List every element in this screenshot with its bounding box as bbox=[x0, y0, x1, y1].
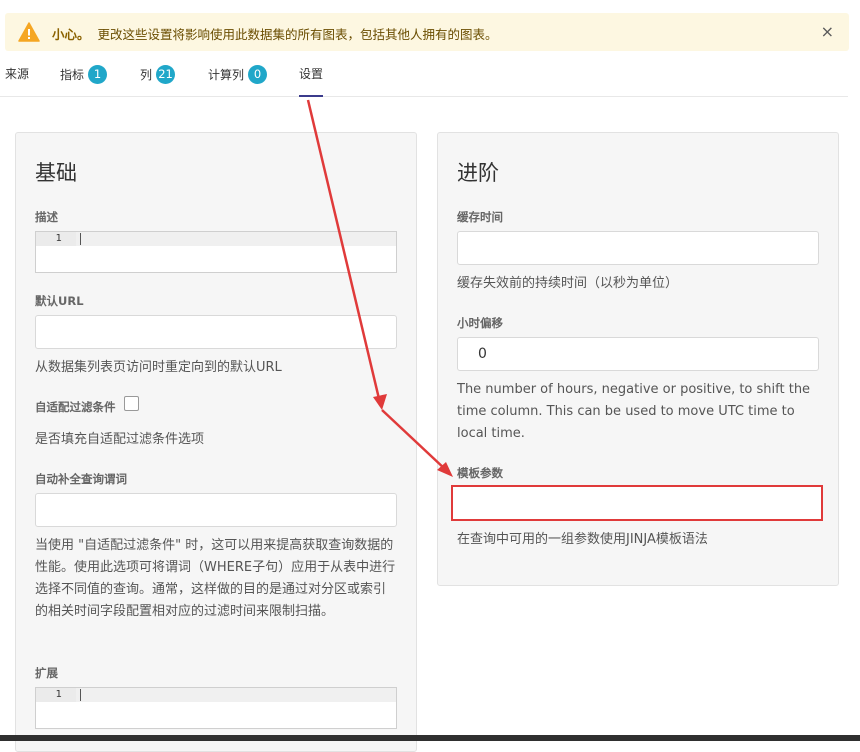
basic-title: 基础 bbox=[35, 161, 77, 185]
autocomplete-label: 自动补全查询谓词 bbox=[35, 472, 127, 486]
tab-metrics[interactable]: 指标 1 bbox=[60, 65, 108, 84]
tab-calculated-columns[interactable]: 计算列 0 bbox=[208, 65, 268, 84]
autocomplete-input[interactable] bbox=[35, 493, 397, 527]
auto-filter-help: 是否填充自适配过滤条件选项 bbox=[35, 432, 205, 447]
line-number: 1 bbox=[36, 688, 76, 702]
warning-text: 小心。 更改这些设置将影响使用此数据集的所有图表，包括其他人拥有的图表。 bbox=[52, 24, 498, 43]
tab-label: 来源 bbox=[5, 67, 30, 81]
auto-filter-checkbox[interactable] bbox=[124, 396, 139, 411]
hours-offset-help: The number of hours, negative or positiv… bbox=[457, 382, 811, 441]
autocomplete-help: 当使用 "自适配过滤条件" 时，这可以用来提高获取查询数据的性能。使用此选项可将… bbox=[35, 538, 396, 619]
tab-label: 计算列 bbox=[208, 68, 245, 82]
tab-columns[interactable]: 列 21 bbox=[140, 65, 176, 84]
line-number: 1 bbox=[36, 232, 76, 246]
default-url-label: 默认URL bbox=[35, 294, 84, 308]
columns-count-badge: 21 bbox=[156, 65, 176, 84]
cache-timeout-help: 缓存失效前的持续时间（以秒为单位） bbox=[457, 276, 679, 291]
tab-bar: 来源 指标 1 列 21 计算列 0 设置 bbox=[0, 58, 848, 97]
description-editor[interactable]: 1 bbox=[35, 231, 397, 273]
warning-icon bbox=[18, 22, 40, 42]
template-params-input[interactable] bbox=[451, 485, 823, 521]
description-label: 描述 bbox=[35, 210, 58, 224]
default-url-help: 从数据集列表页访问时重定向到的默认URL bbox=[35, 360, 282, 375]
advanced-title: 进阶 bbox=[457, 161, 499, 185]
auto-filter-label: 自适配过滤条件 bbox=[35, 400, 116, 414]
tab-source[interactable]: 来源 bbox=[5, 65, 29, 82]
cache-timeout-label: 缓存时间 bbox=[457, 210, 503, 224]
extension-editor[interactable]: 1 bbox=[35, 687, 397, 729]
extension-label: 扩展 bbox=[35, 666, 58, 680]
warning-banner: 小心。 更改这些设置将影响使用此数据集的所有图表，包括其他人拥有的图表。 × bbox=[5, 13, 849, 51]
tab-label: 设置 bbox=[299, 67, 324, 81]
metrics-count-badge: 1 bbox=[88, 65, 108, 84]
hours-offset-label: 小时偏移 bbox=[457, 316, 503, 330]
calculated-count-badge: 0 bbox=[248, 65, 268, 84]
close-icon[interactable]: × bbox=[821, 22, 834, 41]
cache-timeout-input[interactable] bbox=[457, 231, 819, 265]
template-params-label: 模板参数 bbox=[457, 466, 503, 480]
bottom-border bbox=[0, 735, 860, 741]
warning-title: 小心。 bbox=[52, 27, 90, 42]
tab-label: 列 bbox=[140, 68, 153, 82]
template-params-help: 在查询中可用的一组参数使用JINJA模板语法 bbox=[457, 532, 708, 547]
tab-settings[interactable]: 设置 bbox=[299, 65, 323, 82]
default-url-input[interactable] bbox=[35, 315, 397, 349]
active-tab-indicator bbox=[299, 95, 323, 97]
hours-offset-input[interactable]: 0 bbox=[457, 337, 819, 371]
tab-label: 指标 bbox=[60, 68, 85, 82]
warning-message: 更改这些设置将影响使用此数据集的所有图表，包括其他人拥有的图表。 bbox=[97, 27, 498, 42]
